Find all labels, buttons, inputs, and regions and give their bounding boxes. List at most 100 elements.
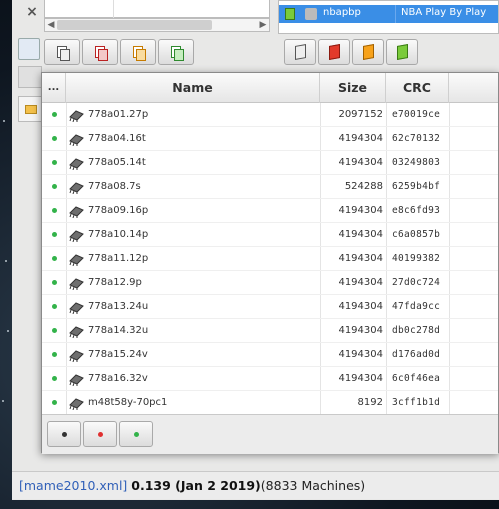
table-row[interactable]: 778a09.16p 4194304 e8c6fd93 [42, 199, 498, 223]
table-row[interactable]: 778a13.24u 4194304 47fda9cc [42, 295, 498, 319]
rom-crc: 40199382 [392, 253, 441, 264]
rom-chip-icon [69, 134, 84, 146]
table-row[interactable]: 778a04.16t 4194304 62c70132 [42, 127, 498, 151]
close-icon[interactable]: × [22, 2, 42, 22]
book-red-button[interactable] [318, 39, 350, 65]
copy-red-button[interactable] [82, 39, 118, 65]
rom-name: 778a10.14p [88, 229, 149, 240]
status-ok-icon [52, 184, 57, 189]
rom-name: 778a15.24v [88, 349, 148, 360]
column-size[interactable]: Size [320, 73, 386, 103]
rom-chip-icon [69, 110, 84, 122]
status-ok-icon [52, 400, 57, 405]
book-green-icon [397, 44, 408, 60]
right-list-panel[interactable]: nbapbp NBA Play By Play [278, 0, 499, 34]
rom-size: 4194304 [338, 373, 383, 384]
right-toolbar [284, 39, 424, 65]
dat-version: 0.139 (Jan 2 2019) [131, 478, 261, 493]
status-ok-icon [52, 280, 57, 285]
table-row[interactable]: 778a12.9p 4194304 27d0c724 [42, 271, 498, 295]
rom-crc: 47fda9cc [392, 301, 441, 312]
rom-size: 8192 [357, 397, 383, 408]
rom-table[interactable]: ... Name Size CRC 778a01.27p 2097152 e7001… [42, 73, 498, 414]
rom-chip-icon [69, 206, 84, 218]
rom-name: 778a11.12p [88, 253, 149, 264]
rom-chip-icon [69, 230, 84, 242]
rom-size: 4194304 [338, 133, 383, 144]
rom-name: m48t58y-70pc1 [88, 397, 168, 408]
rom-name: 778a16.32v [88, 373, 148, 384]
filter-missing-button[interactable] [83, 421, 117, 447]
status-ok-icon [52, 208, 57, 213]
machine-description: NBA Play By Play [401, 7, 487, 18]
status-bar: [mame2010.xml] 0.139 (Jan 2 2019)(8833 M… [12, 471, 499, 499]
table-row[interactable]: 778a11.12p 4194304 40199382 [42, 247, 498, 271]
rom-crc: e8c6fd93 [392, 205, 441, 216]
rom-crc: 6259b4bf [392, 181, 441, 192]
side-tab-folder[interactable] [18, 96, 42, 122]
rom-name: 778a08.7s [88, 181, 141, 192]
copy-green-button[interactable] [158, 39, 194, 65]
rom-name: 778a05.14t [88, 157, 146, 168]
scroll-left-icon[interactable]: ◀ [45, 18, 57, 32]
table-row[interactable]: 778a08.7s 524288 6259b4bf [42, 175, 498, 199]
left-toolbar [44, 39, 194, 65]
folder-icon [25, 105, 37, 114]
book-orange-icon [363, 44, 374, 60]
rom-size: 4194304 [338, 253, 383, 264]
rom-list-dialog: ... Name Size CRC 778a01.27p 2097152 e7001… [41, 72, 499, 454]
rom-chip-icon [69, 350, 84, 362]
left-list-panel[interactable] [44, 0, 270, 18]
machine-count: (8833 Machines) [260, 478, 366, 493]
rom-crc: 62c70132 [392, 133, 441, 144]
scrollbar-thumb[interactable] [57, 20, 212, 30]
table-row-selected[interactable]: nbapbp NBA Play By Play [279, 5, 498, 23]
rom-crc: d176ad0d [392, 349, 441, 360]
dat-file-link[interactable]: [mame2010.xml] [19, 478, 127, 493]
rom-size: 4194304 [338, 301, 383, 312]
table-body: 778a01.27p 2097152 e70019ce 778a04.16t 41943… [42, 103, 498, 414]
rom-chip-icon [69, 158, 84, 170]
rom-chip-icon [69, 326, 84, 338]
book-gray-button[interactable] [284, 39, 316, 65]
table-row[interactable]: 778a14.32u 4194304 db0c278d [42, 319, 498, 343]
status-ok-icon [52, 352, 57, 357]
book-green-button[interactable] [386, 39, 418, 65]
table-row[interactable]: 778a16.32v 4194304 6c0f46ea [42, 367, 498, 391]
rom-crc: db0c278d [392, 325, 441, 336]
rom-size: 4194304 [338, 349, 383, 360]
horizontal-scrollbar[interactable]: ◀ ▶ [44, 18, 270, 32]
status-ok-icon [52, 256, 57, 261]
dot-icon [98, 432, 103, 437]
rom-crc: e70019ce [392, 109, 441, 120]
copy-orange-button[interactable] [120, 39, 156, 65]
star [3, 120, 5, 122]
filter-unknown-button[interactable] [47, 421, 81, 447]
table-row[interactable]: 778a10.14p 4194304 c6a0857b [42, 223, 498, 247]
table-row[interactable]: 778a15.24v 4194304 d176ad0d [42, 343, 498, 367]
rom-size: 524288 [344, 181, 383, 192]
rom-name: 778a14.32u [88, 325, 149, 336]
rom-crc: c6a0857b [392, 229, 441, 240]
table-row[interactable]: m48t58y-70pc1 8192 3cff1b1d [42, 391, 498, 414]
table-row[interactable]: 778a05.14t 4194304 03249803 [42, 151, 498, 175]
rom-crc: 3cff1b1d [392, 397, 441, 408]
scroll-right-icon[interactable]: ▶ [257, 18, 269, 32]
column-crc[interactable]: CRC [386, 73, 449, 103]
column-name[interactable]: Name [66, 73, 320, 103]
column-status[interactable]: ... [42, 73, 66, 103]
side-tab[interactable] [18, 66, 42, 88]
book-orange-button[interactable] [352, 39, 384, 65]
column-extra[interactable] [449, 73, 498, 103]
table-row[interactable]: 778a01.27p 2097152 e70019ce [42, 103, 498, 127]
rom-crc: 03249803 [392, 157, 441, 168]
rom-size: 4194304 [338, 205, 383, 216]
filter-ok-button[interactable] [119, 421, 153, 447]
rom-name: 778a13.24u [88, 301, 149, 312]
copy-gray-button[interactable] [44, 39, 80, 65]
rom-name: 778a09.16p [88, 205, 149, 216]
rom-name: 778a12.9p [88, 277, 142, 288]
document-icon[interactable] [18, 38, 40, 60]
status-ok-icon [52, 160, 57, 165]
rom-name: 778a01.27p [88, 109, 149, 120]
